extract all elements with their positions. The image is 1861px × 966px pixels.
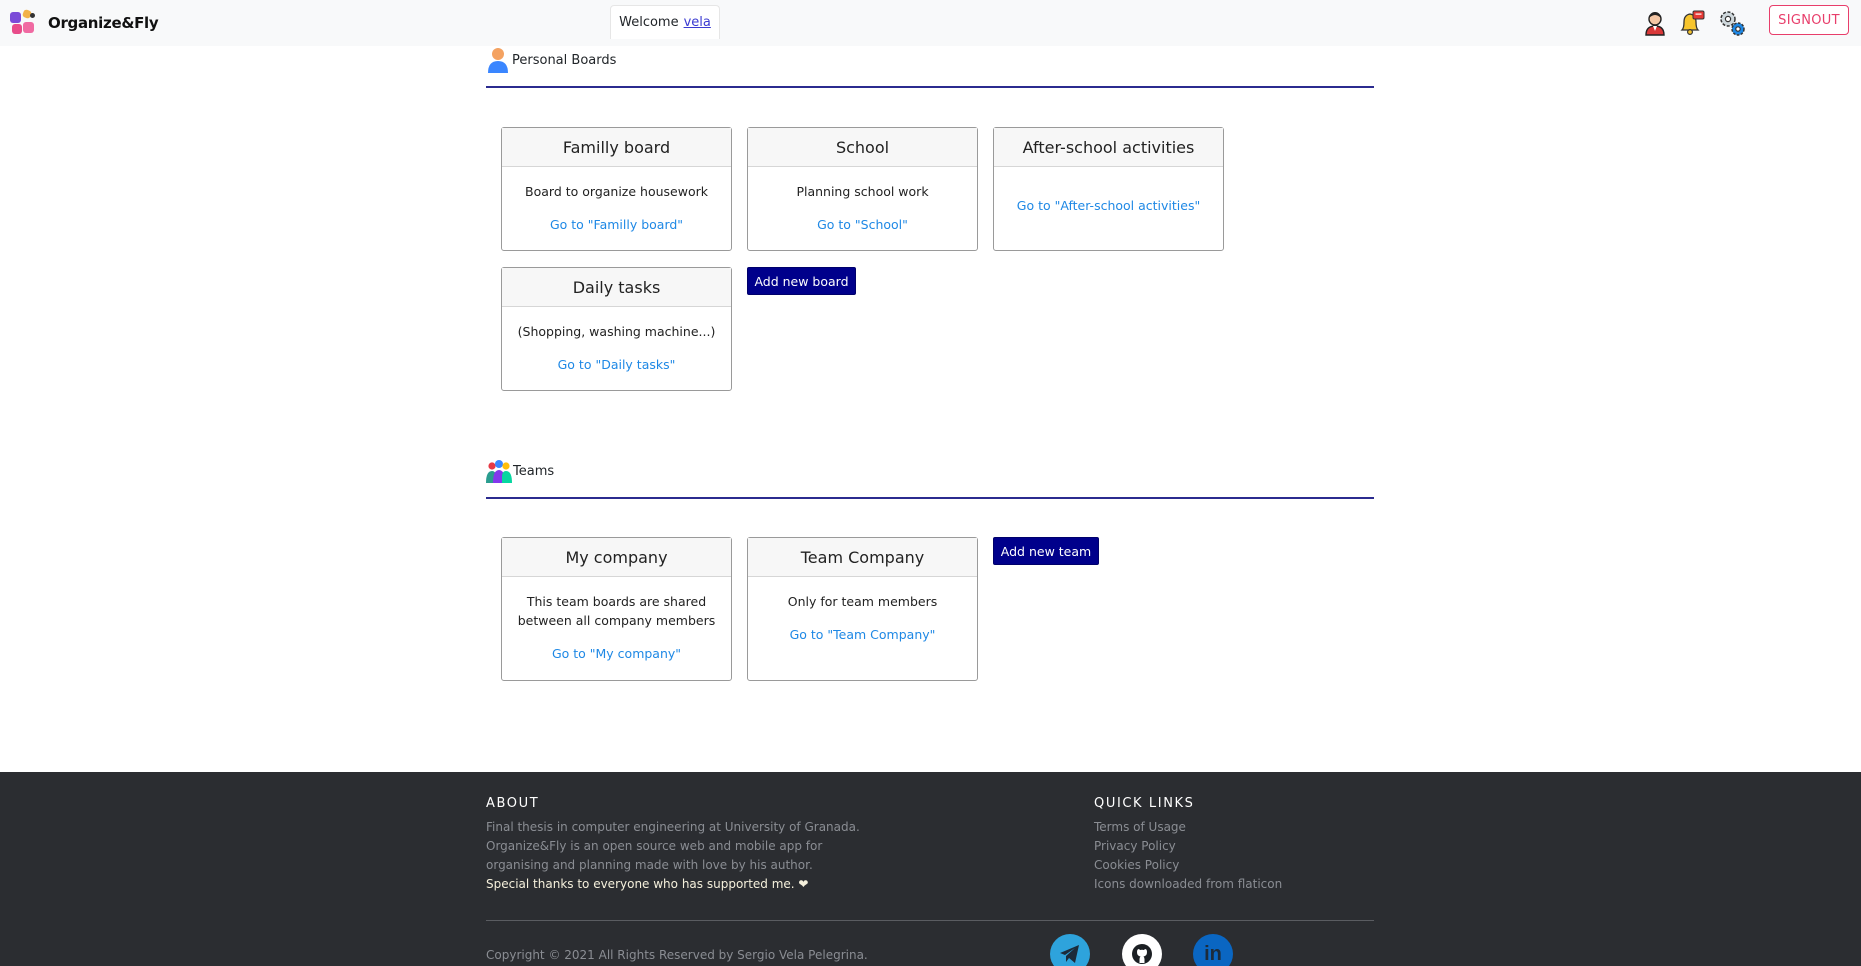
teams-header: Teams (486, 459, 554, 483)
teams-group-icon (486, 460, 512, 483)
notification-bell-icon (1680, 10, 1705, 36)
add-new-team-button[interactable]: Add new team (993, 537, 1099, 565)
team-card: Team Company Only for team members Go to… (747, 537, 978, 681)
team-card-description: This team boards are shared between all … (517, 594, 716, 628)
team-card-title: Team Company (748, 538, 977, 577)
telegram-icon (1060, 945, 1079, 963)
terms-link[interactable]: Terms of Usage (1094, 818, 1354, 837)
personal-boards-header: Personal Boards (486, 47, 616, 73)
board-card-link[interactable]: Go to "Familly board" (550, 215, 683, 234)
linkedin-button[interactable]: in (1193, 934, 1233, 966)
board-card-link[interactable]: Go to "Daily tasks" (558, 355, 676, 374)
about-heading: ABOUT (486, 796, 540, 811)
welcome-prefix: Welcome (619, 15, 679, 30)
flaticon-link[interactable]: Icons downloaded from flaticon (1094, 875, 1354, 894)
teams-divider (486, 497, 1374, 499)
board-card-description: (Shopping, washing machine...) (517, 324, 716, 339)
cookies-link[interactable]: Cookies Policy (1094, 856, 1354, 875)
about-line: Organize&Fly is an open source web and m… (486, 839, 823, 853)
board-card: Daily tasks (Shopping, washing machine..… (501, 267, 732, 391)
github-icon (1132, 944, 1152, 964)
welcome-tab: Welcome vela (610, 5, 720, 39)
board-card-title: After-school activities (994, 128, 1223, 167)
about-text: Final thesis in computer engineering at … (486, 818, 866, 894)
personal-user-icon (488, 48, 508, 73)
quick-links-heading: QUICK LINKS (1094, 796, 1195, 811)
board-card-description: Board to organize housework (525, 184, 708, 199)
settings-gears-icon (1720, 11, 1745, 36)
notifications-button[interactable] (1677, 7, 1707, 39)
board-card-title: Daily tasks (502, 268, 731, 307)
user-avatar-icon (1645, 12, 1665, 36)
app-logo-icon (10, 8, 36, 36)
board-card-link[interactable]: Go to "School" (817, 215, 908, 234)
team-card-link[interactable]: Go to "My company" (552, 644, 681, 663)
signout-button[interactable]: SIGNOUT (1769, 5, 1849, 35)
thanks-line: Special thanks to everyone who has suppo… (486, 877, 809, 891)
telegram-button[interactable] (1050, 934, 1090, 966)
board-card-title: School (748, 128, 977, 167)
team-card: My company This team boards are shared b… (501, 537, 732, 681)
board-card: School Planning school work Go to "Schoo… (747, 127, 978, 251)
user-profile-button[interactable] (1640, 7, 1670, 39)
copyright: Copyright © 2021 All Rights Reserved by … (486, 948, 868, 962)
footer: ABOUT Final thesis in computer engineeri… (0, 772, 1861, 966)
board-card: Familly board Board to organize housewor… (501, 127, 732, 251)
brand-name: Organize&Fly (48, 14, 159, 32)
footer-divider (486, 920, 1374, 921)
board-card-link[interactable]: Go to "After-school activities" (1017, 196, 1200, 215)
add-new-board-button[interactable]: Add new board (747, 267, 856, 295)
navbar: Organize&Fly Welcome vela SIGNOUT (0, 0, 1861, 46)
quick-links-list: Terms of Usage Privacy Policy Cookies Po… (1094, 818, 1354, 894)
linkedin-icon: in (1204, 942, 1222, 965)
board-card-description: Planning school work (796, 184, 929, 199)
team-card-title: My company (502, 538, 731, 577)
personal-boards-divider (486, 86, 1374, 88)
privacy-link[interactable]: Privacy Policy (1094, 837, 1354, 856)
personal-boards-title: Personal Boards (512, 52, 617, 68)
brand[interactable]: Organize&Fly (10, 8, 159, 36)
board-card-title: Familly board (502, 128, 731, 167)
github-button[interactable] (1122, 934, 1162, 966)
teams-title: Teams (513, 463, 555, 479)
board-card: After-school activities Go to "After-sch… (993, 127, 1224, 251)
team-card-link[interactable]: Go to "Team Company" (790, 625, 936, 644)
team-card-description: Only for team members (787, 594, 938, 609)
about-line: Final thesis in computer engineering at … (486, 820, 860, 834)
username-link[interactable]: vela (684, 15, 711, 30)
about-line: organising and planning made with love b… (486, 858, 813, 872)
settings-button[interactable] (1717, 7, 1747, 39)
